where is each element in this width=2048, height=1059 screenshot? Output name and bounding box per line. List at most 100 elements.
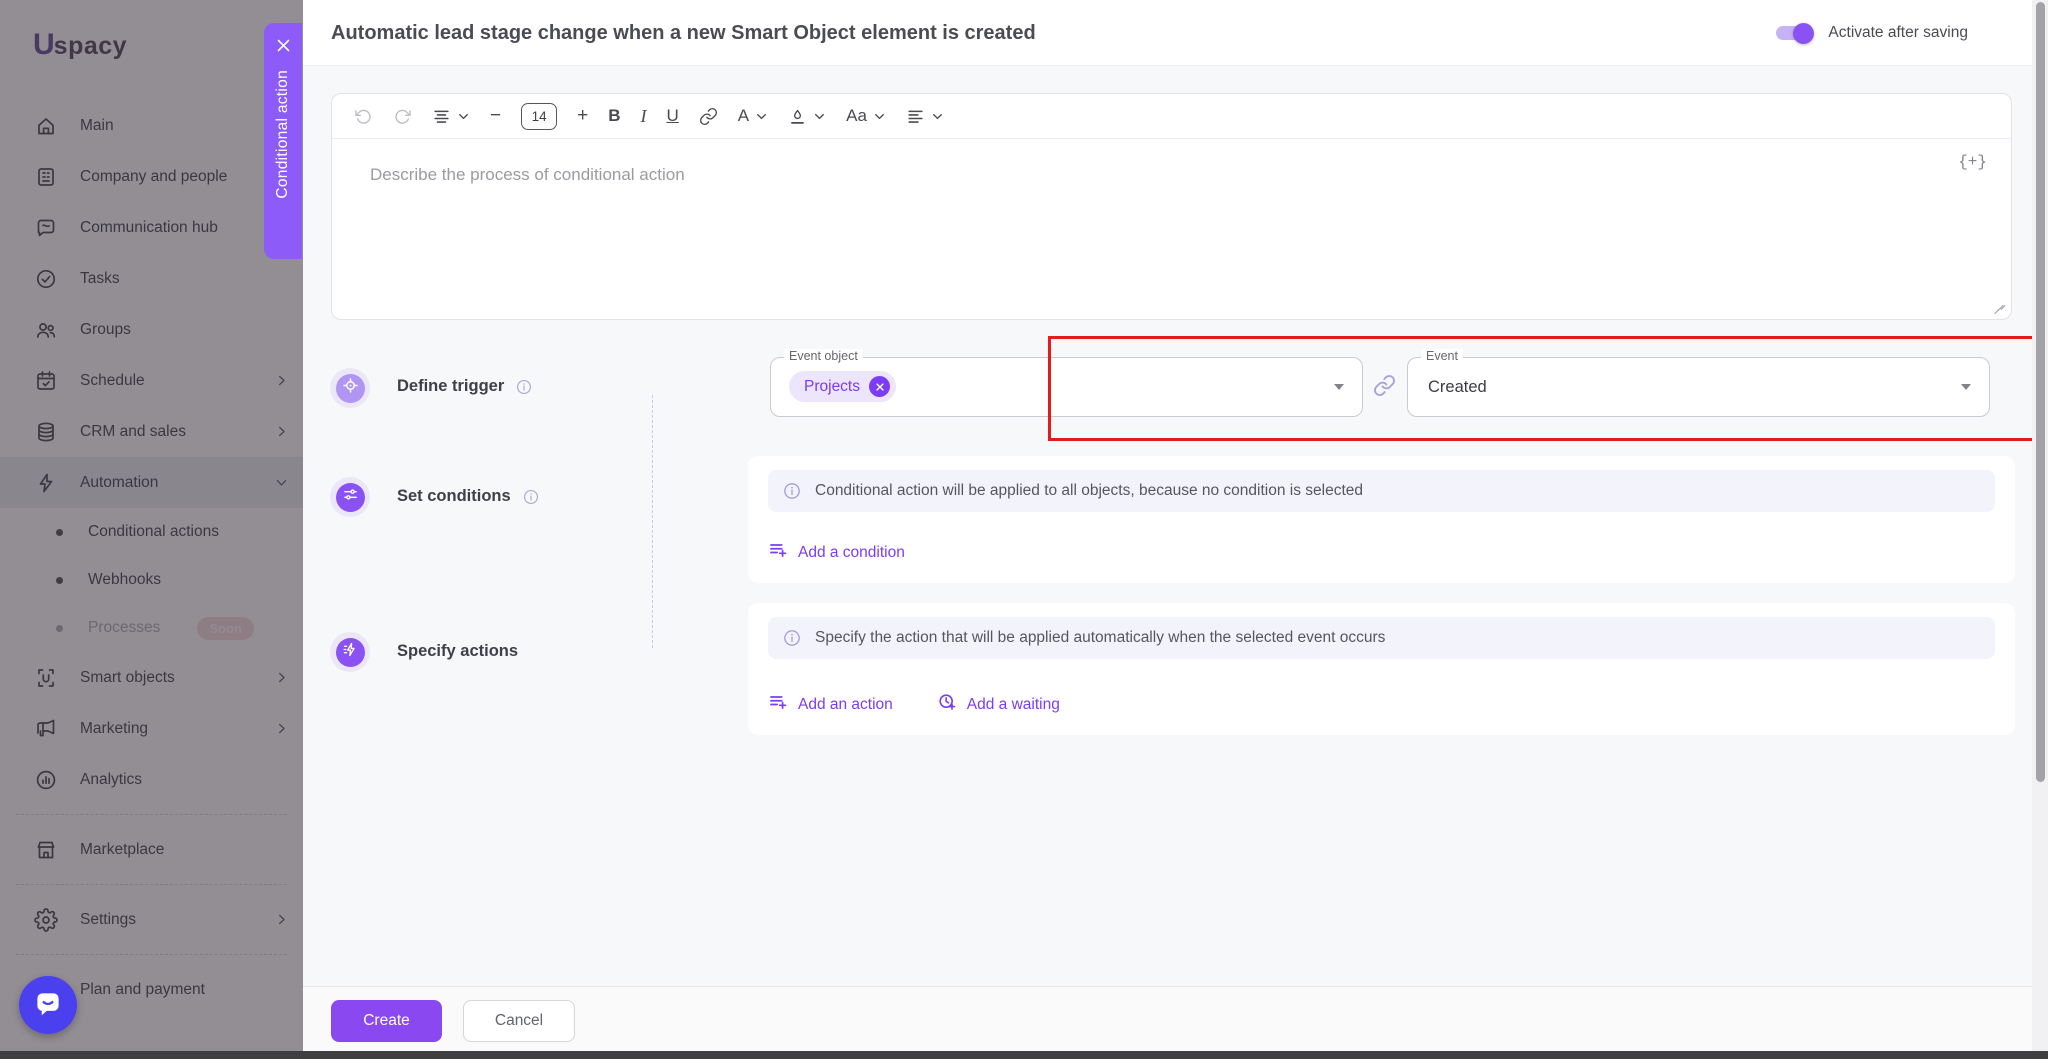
clock-plus-icon xyxy=(937,692,957,717)
chat-bubble-icon xyxy=(33,989,63,1022)
add-condition-button[interactable]: Add a condition xyxy=(768,540,905,565)
editor-input-area[interactable]: Describe the process of conditional acti… xyxy=(332,139,2011,319)
toolbar-redo-button xyxy=(387,103,418,130)
actions-banner: Specify the action that will be applied … xyxy=(768,617,1995,659)
increase-font-glyph: + xyxy=(577,105,588,127)
step-label-define-trigger: Define trigger xyxy=(397,377,533,396)
playlist-add-icon xyxy=(768,540,788,565)
underline-glyph: U xyxy=(667,106,679,126)
drawer-tab-conditional-action[interactable]: Conditional action xyxy=(264,23,302,259)
add-action-label: Add an action xyxy=(798,696,893,714)
font-size-value: 14 xyxy=(521,103,557,130)
step-marker-trigger xyxy=(330,368,370,408)
toolbar-bold-button[interactable]: B xyxy=(602,102,626,130)
toolbar-undo-button xyxy=(348,103,379,130)
step-marker-actions xyxy=(330,632,370,672)
text-color-glyph: A xyxy=(738,106,749,126)
sidebar-dim-overlay xyxy=(0,0,303,1051)
undo-icon xyxy=(354,107,373,126)
conditions-banner: Conditional action will be applied to al… xyxy=(768,470,1995,512)
bolt-icon xyxy=(342,641,359,663)
step-marker-conditions xyxy=(330,477,370,517)
conditional-action-panel: Automatic lead stage change when a new S… xyxy=(303,0,2048,1051)
fill-color-icon xyxy=(788,107,807,126)
add-condition-label: Add a condition xyxy=(798,544,905,562)
description-editor: −14 + B IU A Aa Describe the process of condi… xyxy=(331,93,2012,320)
info-icon[interactable] xyxy=(522,488,540,506)
step-title: Set conditions xyxy=(397,487,511,506)
toolbar-fill-color-button[interactable] xyxy=(782,103,832,130)
chat-widget-button[interactable] xyxy=(19,976,77,1034)
link-chain-icon xyxy=(1373,374,1396,402)
italic-glyph: I xyxy=(641,106,647,127)
close-icon[interactable] xyxy=(273,35,294,56)
screen-bottom-edge xyxy=(0,1051,2048,1059)
actions-card: Specify the action that will be applied … xyxy=(748,603,2015,735)
chevron-down-icon xyxy=(755,110,768,123)
add-waiting-button[interactable]: Add a waiting xyxy=(937,692,1060,717)
toolbar-italic-button[interactable]: I xyxy=(635,102,653,131)
info-icon xyxy=(782,481,802,501)
chevron-down-icon xyxy=(813,110,826,123)
editor-toolbar: −14 + B IU A Aa xyxy=(332,94,2011,139)
redo-icon xyxy=(393,107,412,126)
toolbar-font-size-button[interactable]: 14 xyxy=(515,99,563,134)
drawer-tab-label: Conditional action xyxy=(274,70,292,199)
scrollbar-thumb[interactable] xyxy=(2036,2,2045,782)
activate-toggle-label: Activate after saving xyxy=(1828,24,1968,42)
steps-connector-line xyxy=(652,395,653,648)
link-icon xyxy=(699,107,718,126)
target-icon xyxy=(342,377,359,399)
toolbar-text-color-button[interactable]: A xyxy=(732,102,774,130)
event-object-label: Event object xyxy=(784,349,863,363)
toolbar-decrease-font-button[interactable]: − xyxy=(484,101,507,131)
chevron-down-icon xyxy=(931,110,944,123)
toolbar-underline-button[interactable]: U xyxy=(661,102,685,130)
event-object-chip: Projects xyxy=(789,371,896,402)
line-spacing-icon xyxy=(432,107,451,126)
add-action-button[interactable]: Add an action xyxy=(768,692,893,717)
conditions-banner-text: Conditional action will be applied to al… xyxy=(815,482,1363,500)
app-root: Uspacy MainCompany and peopleCommunicati… xyxy=(0,0,2048,1059)
conditions-card: Conditional action will be applied to al… xyxy=(748,456,2015,583)
info-icon[interactable] xyxy=(515,378,533,396)
step-label-specify-actions: Specify actions xyxy=(397,642,518,661)
toolbar-line-spacing-button[interactable] xyxy=(426,103,476,130)
chip-label: Projects xyxy=(804,378,860,396)
dropdown-arrow-icon xyxy=(1334,384,1344,390)
actions-banner-text: Specify the action that will be applied … xyxy=(815,629,1385,647)
toolbar-link-button[interactable] xyxy=(693,103,724,130)
playlist-add-icon xyxy=(768,692,788,717)
sliders-icon xyxy=(342,486,359,508)
page-title: Automatic lead stage change when a new S… xyxy=(331,0,1036,66)
decrease-font-glyph: − xyxy=(490,105,501,127)
step-title: Specify actions xyxy=(397,642,518,661)
toolbar-increase-font-button[interactable]: + xyxy=(571,101,594,131)
activate-after-saving: Activate after saving xyxy=(1776,0,1968,66)
info-icon xyxy=(782,628,802,648)
panel-footer: Create Cancel xyxy=(303,986,2048,1051)
text-style-glyph: Aa xyxy=(846,106,867,126)
chip-remove-icon[interactable] xyxy=(869,376,890,397)
vertical-scrollbar xyxy=(2032,0,2048,1051)
dropdown-arrow-icon xyxy=(1961,384,1971,390)
create-button[interactable]: Create xyxy=(331,1000,442,1042)
bold-glyph: B xyxy=(608,106,620,126)
insert-token-button[interactable]: {+} xyxy=(1958,153,1987,171)
step-label-set-conditions: Set conditions xyxy=(397,487,540,506)
cancel-button[interactable]: Cancel xyxy=(463,1000,575,1042)
toggle-knob xyxy=(1793,23,1814,44)
activate-toggle[interactable] xyxy=(1776,26,1811,40)
event-value: Created xyxy=(1428,358,1487,416)
toolbar-align-button[interactable] xyxy=(900,103,950,130)
add-waiting-label: Add a waiting xyxy=(967,696,1060,714)
event-object-select[interactable]: Event object Projects xyxy=(770,357,1363,417)
chevron-down-icon xyxy=(873,110,886,123)
panel-header: Automatic lead stage change when a new S… xyxy=(303,0,2048,66)
align-icon xyxy=(906,107,925,126)
editor-resize-handle[interactable] xyxy=(1993,301,2005,313)
toolbar-text-style-button[interactable]: Aa xyxy=(840,102,892,130)
editor-placeholder: Describe the process of conditional acti… xyxy=(370,165,685,185)
event-select[interactable]: Event Created xyxy=(1407,357,1990,417)
step-title: Define trigger xyxy=(397,377,504,396)
